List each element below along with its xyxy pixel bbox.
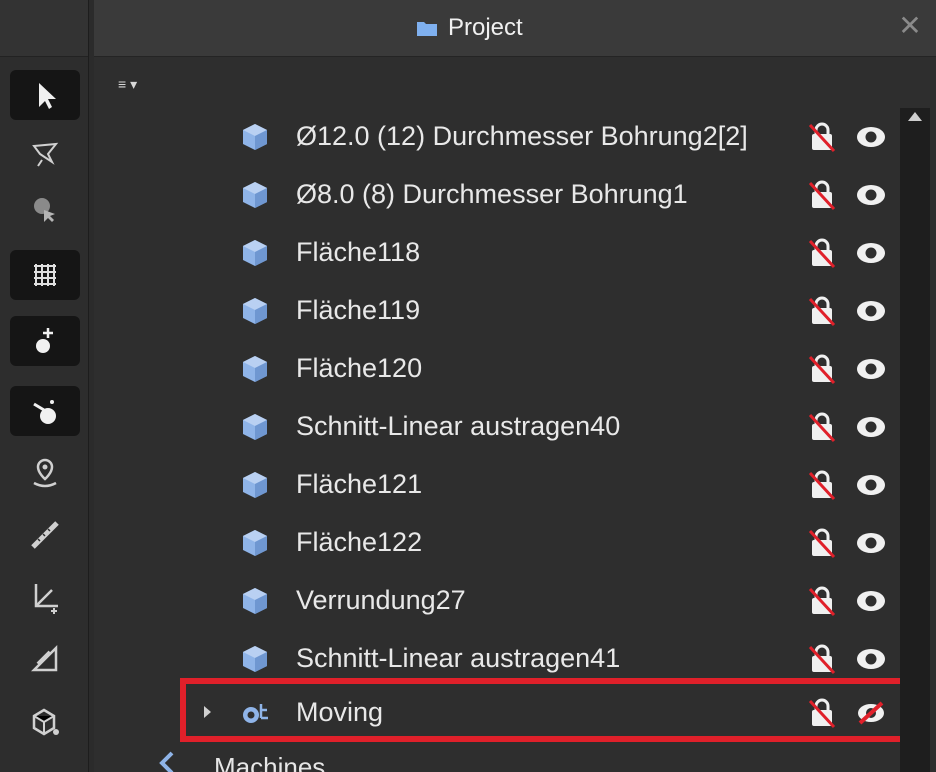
folder-icon: [417, 22, 437, 36]
angle-measure-icon: [30, 644, 58, 672]
toolbar-object-select-button[interactable]: [10, 184, 80, 234]
cube-icon: [243, 646, 267, 672]
toolbar-grid-button[interactable]: [10, 250, 80, 300]
highlight-box: [180, 678, 908, 742]
select-arrow-icon: [39, 83, 56, 109]
toolbar-header: [0, 0, 88, 57]
cube-icon: [243, 298, 267, 324]
toolbar-location-pin-button[interactable]: [10, 448, 80, 498]
unlock-icon[interactable]: [806, 527, 838, 559]
panel-header: Project ✕: [94, 0, 936, 57]
scroll-up-arrow-icon[interactable]: [908, 112, 922, 121]
cube-icon: [243, 414, 267, 440]
close-button[interactable]: ✕: [896, 12, 924, 40]
tree-item-machines[interactable]: Machines: [154, 748, 454, 772]
toolbar-select-arrow-button[interactable]: [10, 70, 80, 120]
solid-view-icon: [32, 708, 59, 736]
tree-item[interactable]: Ø8.0 (8) Durchmesser Bohrung1: [94, 166, 894, 224]
dropdown-arrow-icon: ▾: [130, 75, 138, 92]
tree-item-label: Fläche121: [296, 469, 423, 499]
tree-item-label: Machines: [214, 752, 326, 772]
tree-item-label: Schnitt-Linear austragen40: [296, 411, 621, 441]
cube-icon: [243, 472, 267, 498]
tree-item-label: Fläche122: [296, 527, 423, 557]
hamburger-icon: ≡: [118, 76, 127, 92]
unlock-icon[interactable]: [806, 237, 838, 269]
eye-icon[interactable]: [854, 471, 888, 499]
toolbar-angle-measure-button[interactable]: [10, 634, 80, 684]
unlock-icon[interactable]: [806, 353, 838, 385]
cube-icon: [243, 182, 267, 208]
toolbar-solid-view-button[interactable]: [10, 696, 80, 746]
toolbar-snap-point-button[interactable]: [10, 316, 80, 366]
snap-move-icon: [33, 400, 56, 424]
eye-icon[interactable]: [854, 645, 888, 673]
tree-item-label: Verrundung27: [296, 585, 466, 615]
cube-icon: [243, 530, 267, 556]
eye-icon[interactable]: [854, 181, 888, 209]
eye-icon[interactable]: [854, 123, 888, 151]
unlock-icon[interactable]: [806, 411, 838, 443]
unlock-icon[interactable]: [806, 643, 838, 675]
tree-item[interactable]: Fläche122: [94, 514, 894, 572]
object-select-icon: [34, 198, 55, 222]
tree-item-label: Fläche118: [296, 237, 421, 267]
tree-item[interactable]: Schnitt-Linear austragen40: [94, 398, 894, 456]
tree-item[interactable]: Fläche118: [94, 224, 894, 282]
unlock-icon[interactable]: [806, 179, 838, 211]
eye-icon[interactable]: [854, 297, 888, 325]
eye-icon[interactable]: [854, 239, 888, 267]
tree-item[interactable]: Fläche121: [94, 456, 894, 514]
snap-point-icon: [36, 328, 53, 353]
toolbar-ruler-button[interactable]: [10, 510, 80, 560]
eye-icon[interactable]: [854, 355, 888, 383]
tree-item-label: Fläche119: [296, 295, 421, 325]
project-panel: Project ✕ ≡ ▾ Ø12.0 (12) Durchmesser Boh…: [94, 0, 936, 772]
eye-icon[interactable]: [854, 529, 888, 557]
tree-item[interactable]: Fläche120: [94, 340, 894, 398]
tree-item-label: Schnitt-Linear austragen41: [296, 643, 621, 673]
unlock-icon[interactable]: [806, 469, 838, 501]
cube-icon: [243, 240, 267, 266]
eye-icon[interactable]: [854, 413, 888, 441]
tree-item[interactable]: Fläche119: [94, 282, 894, 340]
unlock-icon[interactable]: [806, 585, 838, 617]
tree-item[interactable]: Ø12.0 (12) Durchmesser Bohrung2[2]: [94, 108, 894, 166]
tree-menu-button[interactable]: ≡ ▾: [118, 74, 158, 94]
chevron-left-icon[interactable]: [154, 750, 180, 772]
ruler-icon: [31, 521, 59, 549]
toolbar-lasso-select-button[interactable]: [10, 128, 80, 178]
cube-icon: [243, 588, 267, 614]
panel-title: Project: [448, 14, 523, 41]
grid-icon: [34, 264, 56, 286]
eye-icon[interactable]: [854, 587, 888, 615]
toolbar-snap-move-button[interactable]: [10, 386, 80, 436]
unlock-icon[interactable]: [806, 121, 838, 153]
unlock-icon[interactable]: [806, 295, 838, 327]
lasso-select-icon: [32, 142, 59, 167]
location-pin-icon: [33, 458, 57, 488]
left-toolbar: [0, 0, 89, 772]
tree-item[interactable]: Verrundung27: [94, 572, 894, 630]
panel-title-wrap: Project: [416, 14, 523, 42]
toolbar-axis-button[interactable]: [10, 572, 80, 622]
axis-icon: [34, 584, 58, 614]
tree-item-label: Ø8.0 (8) Durchmesser Bohrung1: [296, 179, 688, 209]
tree-item-label: Fläche120: [296, 353, 423, 383]
tree-item-label: Ø12.0 (12) Durchmesser Bohrung2[2]: [296, 121, 748, 151]
cube-icon: [243, 124, 267, 150]
scrollbar[interactable]: [900, 108, 930, 772]
cube-icon: [243, 356, 267, 382]
